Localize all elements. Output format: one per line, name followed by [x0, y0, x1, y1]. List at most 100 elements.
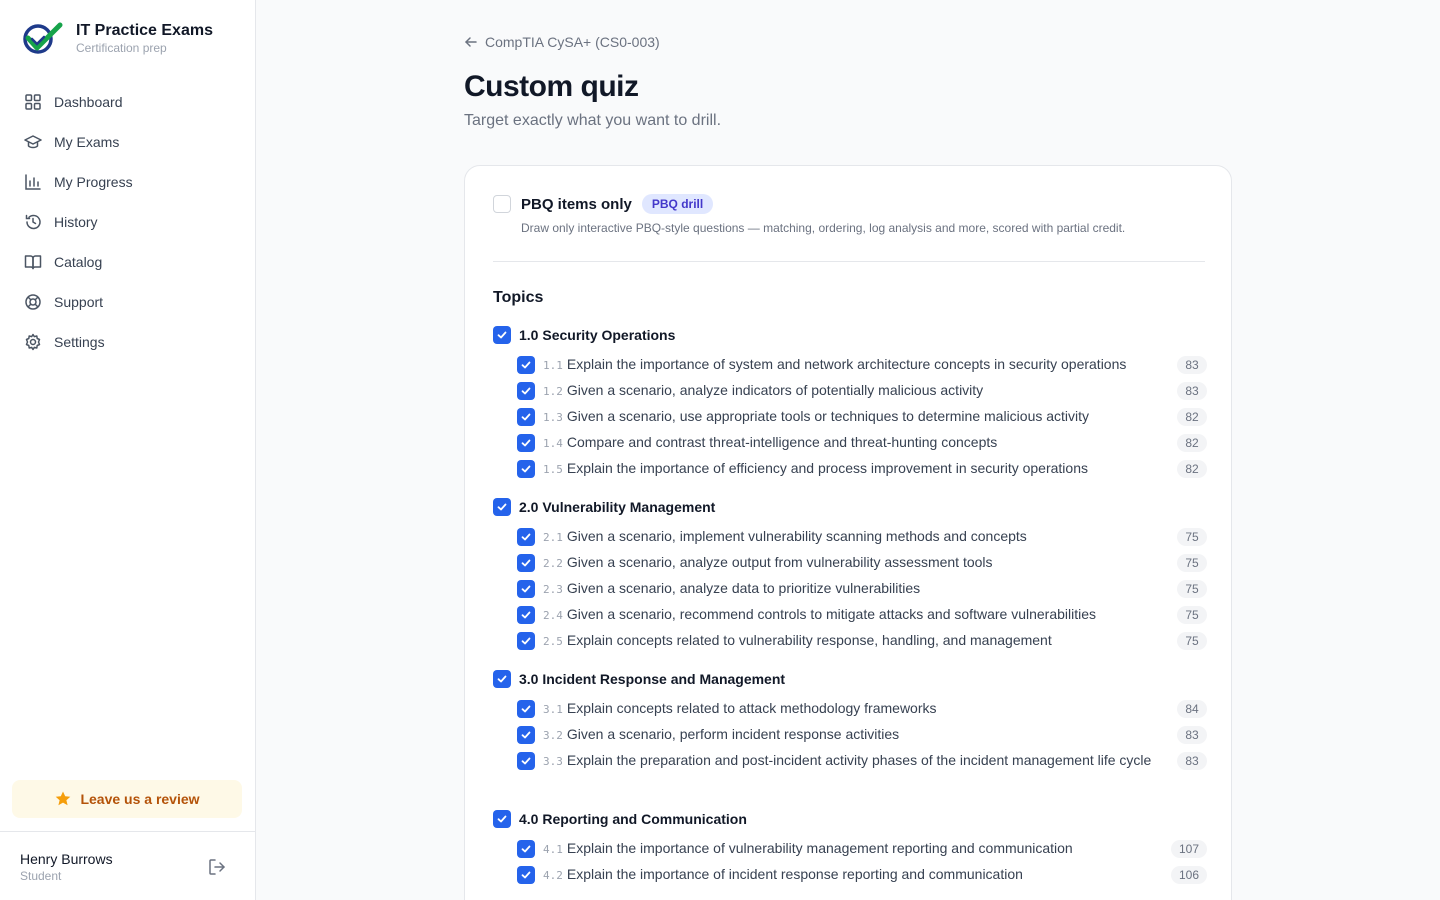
objective-row: 1.2 Given a scenario, analyze indicators … [517, 380, 1207, 402]
nav-item-support[interactable]: Support [12, 282, 244, 322]
objective-row: 1.3 Given a scenario, use appropriate too… [517, 406, 1207, 428]
objective-text: 2.1 Given a scenario, implement vulnerabi… [543, 526, 1153, 548]
objective-label: Explain the importance of system and net… [566, 356, 1127, 372]
objective-text: 1.3 Given a scenario, use appropriate too… [543, 406, 1153, 428]
objective-checkbox[interactable] [517, 580, 535, 598]
objective-number: 3.2 [543, 729, 563, 742]
objective-text: 4.1 Explain the importance of vulnerabili… [543, 838, 1153, 860]
question-count-badge: 75 [1177, 528, 1207, 546]
nav-item-dashboard[interactable]: Dashboard [12, 82, 244, 122]
objective-checkbox[interactable] [517, 606, 535, 624]
objective-text: 2.4 Given a scenario, recommend controls … [543, 604, 1153, 626]
objective-checkbox[interactable] [517, 356, 535, 374]
main-content: CompTIA CySA+ (CS0-003) Custom quiz Targ… [256, 0, 1440, 900]
objective-row: 2.1 Given a scenario, implement vulnerabi… [517, 526, 1207, 548]
question-count-badge: 83 [1177, 382, 1207, 400]
nav-label: My Exams [54, 134, 120, 150]
question-count-badge: 82 [1177, 434, 1207, 452]
objective-number: 1.1 [543, 359, 563, 372]
objective-row: 1.5 Explain the importance of efficiency … [517, 458, 1207, 480]
objective-label: Explain the importance of vulnerability … [566, 840, 1073, 856]
pbq-description: Draw only interactive PBQ-style question… [521, 221, 1126, 235]
pbq-only-checkbox[interactable] [493, 195, 511, 213]
objective-checkbox[interactable] [517, 460, 535, 478]
objective-checkbox[interactable] [517, 408, 535, 426]
leave-review-button[interactable]: Leave us a review [12, 780, 242, 818]
objective-number: 2.1 [543, 531, 563, 544]
objective-checkbox[interactable] [517, 726, 535, 744]
page-subtitle: Target exactly what you want to drill. [464, 112, 722, 129]
book-icon [24, 255, 42, 270]
objective-checkbox[interactable] [517, 434, 535, 452]
check-icon [521, 757, 531, 765]
arrow-left-icon [465, 37, 477, 47]
brand-subtitle: Certification prep [76, 40, 167, 55]
objective-number: 4.2 [543, 869, 563, 882]
objective-checkbox[interactable] [517, 382, 535, 400]
question-count-badge: 82 [1177, 408, 1207, 426]
objective-row: 2.2 Given a scenario, analyze output from… [517, 552, 1207, 574]
objective-text: 3.2 Given a scenario, perform incident re… [543, 724, 1153, 746]
check-icon [521, 705, 531, 713]
check-icon [521, 585, 531, 593]
nav-item-settings[interactable]: Settings [12, 322, 244, 362]
question-count-badge: 83 [1177, 726, 1207, 744]
nav-item-my-exams[interactable]: My Exams [12, 122, 244, 162]
brand[interactable]: IT Practice Exams Certification prep [20, 20, 213, 56]
nav-label: History [54, 214, 98, 230]
objective-label: Explain concepts related to vulnerabilit… [566, 632, 1052, 648]
objective-text: 4.2 Explain the importance of incident re… [543, 864, 1153, 886]
objective-text: 2.3 Given a scenario, analyze data to pri… [543, 578, 1153, 600]
question-count-badge: 84 [1177, 700, 1207, 718]
check-icon [521, 845, 531, 853]
gear-icon [25, 333, 41, 351]
domain-row: 3.0 Incident Response and Management [493, 670, 785, 688]
objective-checkbox[interactable] [517, 866, 535, 884]
check-icon [521, 361, 531, 369]
objective-checkbox[interactable] [517, 840, 535, 858]
objective-checkbox[interactable] [517, 632, 535, 650]
objective-row: 2.5 Explain concepts related to vulnerabi… [517, 630, 1207, 652]
pbq-option: PBQ items only PBQ drill [493, 194, 714, 214]
domain-checkbox[interactable] [493, 498, 511, 516]
check-icon [521, 871, 531, 879]
objective-label: Explain concepts related to attack metho… [566, 700, 937, 716]
nav-item-catalog[interactable]: Catalog [12, 242, 244, 282]
objective-text: 1.4 Compare and contrast threat-intellige… [543, 432, 1153, 454]
logout-icon[interactable] [207, 857, 227, 877]
bar-chart-icon [25, 174, 41, 190]
objective-checkbox[interactable] [517, 554, 535, 572]
domain-row: 2.0 Vulnerability Management [493, 498, 715, 516]
user-profile: Henry Burrows Student [0, 831, 255, 900]
objective-checkbox[interactable] [517, 528, 535, 546]
objective-label: Explain the importance of efficiency and… [566, 460, 1088, 476]
sidebar: IT Practice Exams Certification prep Das… [0, 0, 256, 900]
domain-checkbox[interactable] [493, 810, 511, 828]
check-icon [521, 387, 531, 395]
breadcrumb-label: CompTIA CySA+ (CS0-003) [485, 34, 660, 50]
nav-label: Catalog [54, 254, 103, 270]
objective-label: Given a scenario, analyze data to priori… [566, 580, 921, 596]
domain-checkbox[interactable] [493, 326, 511, 344]
pbq-badge: PBQ drill [641, 194, 714, 214]
nav-item-history[interactable]: History [12, 202, 244, 242]
objective-checkbox[interactable] [517, 700, 535, 718]
objective-label: Given a scenario, implement vulnerabilit… [566, 528, 1027, 544]
check-icon [521, 559, 531, 567]
check-icon [521, 439, 531, 447]
lifebuoy-icon [25, 294, 41, 310]
domain-checkbox[interactable] [493, 670, 511, 688]
domain-row: 1.0 Security Operations [493, 326, 675, 344]
objective-number: 1.3 [543, 411, 563, 424]
objective-text: 1.2 Given a scenario, analyze indicators … [543, 380, 1153, 402]
sidebar-nav: Dashboard My Exams My Progress History C… [12, 82, 244, 362]
objective-row: 3.2 Given a scenario, perform incident re… [517, 724, 1207, 746]
objective-row: 4.2 Explain the importance of incident re… [517, 864, 1207, 886]
check-icon [521, 465, 531, 473]
nav-item-my-progress[interactable]: My Progress [12, 162, 244, 202]
breadcrumb-back-link[interactable]: CompTIA CySA+ (CS0-003) [464, 34, 660, 50]
objective-number: 2.5 [543, 635, 563, 648]
objective-label: Given a scenario, perform incident respo… [566, 726, 900, 742]
objective-number: 2.3 [543, 583, 563, 596]
objective-checkbox[interactable] [517, 752, 535, 770]
